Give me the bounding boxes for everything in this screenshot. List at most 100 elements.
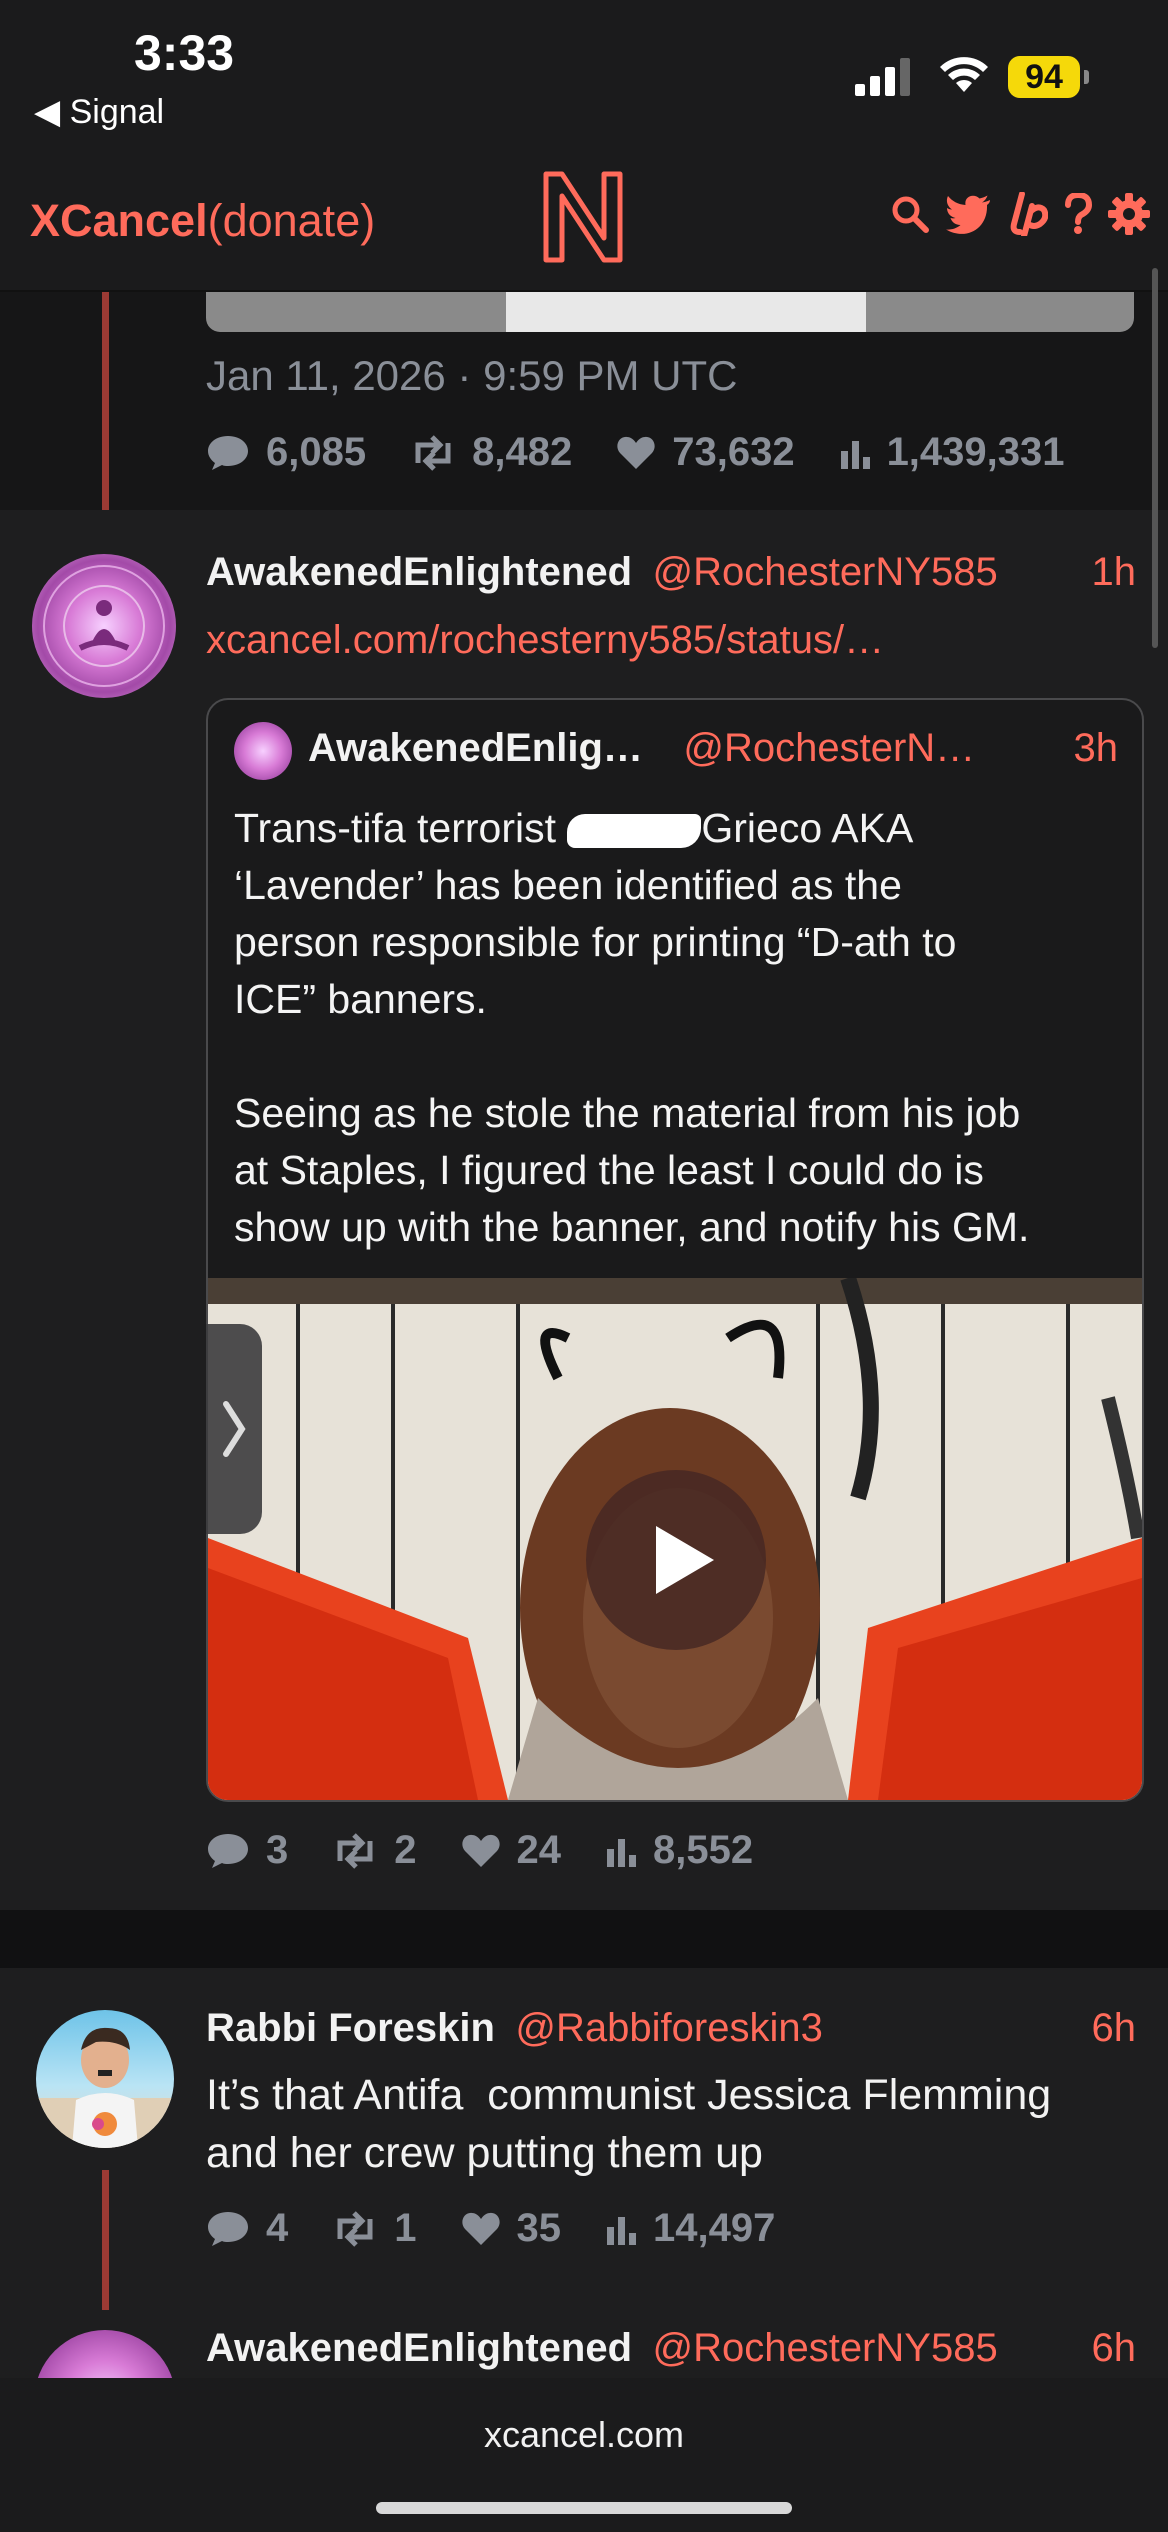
donate-link[interactable]: (donate) (208, 195, 376, 246)
retweet-count: 8,482 (472, 430, 573, 474)
reply-stat[interactable]: 3 (206, 1828, 288, 1873)
tweet-3-stats: 4 1 35 14,497 (206, 2206, 819, 2251)
retweet-stat[interactable]: 1 (332, 2206, 417, 2251)
reply-count: 6,085 (266, 430, 367, 474)
quote-text: Trans-tifa terrorist Grieco AKA ‘Lavende… (234, 800, 1124, 1256)
like-count: 73,632 (672, 430, 795, 474)
brand-home-link[interactable]: XCancel (30, 195, 208, 246)
tweet-1-stats: 6,085 8,482 73,632 1,439,331 (206, 430, 1109, 475)
retweet-stat[interactable]: 2 (332, 1828, 417, 1873)
quote-time[interactable]: 3h (1074, 726, 1119, 771)
username[interactable]: @Rabbiforeskin3 (515, 2006, 822, 2050)
profile-photo (36, 2027, 174, 2148)
views-count: 1,439,331 (886, 430, 1065, 474)
battery-level: 94 (1008, 56, 1080, 98)
like-stat[interactable]: 73,632 (616, 430, 795, 475)
heart-icon (461, 2212, 500, 2245)
tweet-2-stats: 3 2 24 8,552 (206, 1828, 797, 1873)
views-count: 8,552 (653, 1828, 754, 1872)
status-bar: 3:33 ◀ Signal 94 (0, 0, 1168, 150)
reply-stat[interactable]: 6,085 (206, 430, 366, 475)
heart-icon (461, 1834, 500, 1867)
help-question-icon[interactable] (1064, 193, 1092, 235)
thread-separator (0, 1910, 1168, 1968)
like-count: 24 (516, 1828, 562, 1872)
redaction-scribble (567, 814, 702, 849)
quoted-tweet[interactable]: AwakenedEnlig… @RochesterN… 3h Trans-tif… (206, 698, 1144, 1802)
tweet-2-header: AwakenedEnlightened @RochesterNY585 1h (206, 550, 1136, 595)
retweet-stat[interactable]: 8,482 (410, 430, 572, 475)
tweet-link[interactable]: xcancel.com/rochesterny585/status/… (206, 618, 884, 663)
app-header: XCancel(donate) (0, 150, 1168, 292)
cellular-signal-icon (855, 58, 910, 96)
tweet-time[interactable]: 6h (1092, 2326, 1137, 2371)
thread-line (102, 2170, 109, 2310)
tweet-3-text: It’s that Antifa communist Jessica Flemm… (206, 2071, 1052, 2177)
comment-icon (208, 2211, 248, 2246)
settings-gear-icon[interactable] (1108, 193, 1150, 235)
tweet-time[interactable]: 6h (1092, 2006, 1137, 2051)
views-count: 14,497 (653, 2206, 776, 2250)
home-indicator[interactable] (376, 2502, 792, 2514)
reply-count: 4 (266, 2206, 289, 2250)
comment-icon (208, 1833, 248, 1868)
carousel-next-button[interactable] (206, 1324, 262, 1534)
display-name[interactable]: AwakenedEnlightened (206, 2326, 632, 2370)
username[interactable]: @RochesterNY585 (652, 2326, 997, 2370)
thread-line (102, 292, 109, 532)
reply-stat[interactable]: 4 (206, 2206, 288, 2251)
username[interactable]: @RochesterNY585 (652, 550, 997, 594)
nitter-logo-icon[interactable] (540, 168, 626, 264)
battery-tip (1084, 70, 1089, 84)
quote-display-name[interactable]: AwakenedEnlig… (308, 726, 643, 770)
tweet-3-header: Rabbi Foreskin @Rabbiforeskin3 6h (206, 2006, 1136, 2051)
retweet-icon (415, 434, 451, 471)
quote-text-start: Trans-tifa terrorist (234, 805, 568, 851)
search-icon[interactable] (890, 194, 930, 234)
views-stat[interactable]: 14,497 (605, 2206, 775, 2251)
comment-icon (208, 435, 248, 470)
back-to-signal-link[interactable]: ◀ Signal (34, 92, 164, 132)
quote-header: AwakenedEnlig… @RochesterN… 3h (308, 726, 1118, 771)
reply-count: 3 (266, 1828, 289, 1872)
views-stat[interactable]: 8,552 (605, 1828, 753, 1873)
quote-avatar (234, 722, 292, 780)
views-chart-icon (607, 2216, 636, 2245)
avatar[interactable] (32, 554, 176, 698)
liberapay-icon[interactable] (1008, 192, 1048, 236)
wifi-icon (940, 57, 988, 92)
twitter-bird-icon[interactable] (946, 194, 992, 234)
address-bar[interactable]: xcancel.com (0, 2414, 1168, 2456)
header-icons (890, 192, 1150, 236)
retweet-icon (337, 2210, 373, 2247)
tweet-4-header: AwakenedEnlightened @RochesterNY585 6h (206, 2326, 1136, 2371)
views-chart-icon (607, 1838, 636, 1867)
retweet-count: 2 (394, 1828, 417, 1872)
status-time: 3:33 (134, 25, 235, 81)
like-count: 35 (516, 2206, 562, 2250)
like-stat[interactable]: 35 (461, 2206, 562, 2251)
display-name[interactable]: AwakenedEnlightened (206, 550, 632, 594)
tweet-1-date[interactable]: Jan 11, 2026 · 9:59 PM UTC (206, 352, 737, 400)
browser-bottom-bar: xcancel.com (0, 2378, 1168, 2532)
tweet-1-media[interactable] (206, 292, 1134, 332)
tweet-time[interactable]: 1h (1092, 550, 1137, 595)
quote-text-body: ‘Lavender’ has been identified as the pe… (234, 862, 1030, 1250)
display-name[interactable]: Rabbi Foreskin (206, 2006, 495, 2050)
brand: XCancel(donate) (30, 195, 375, 247)
views-chart-icon (840, 440, 870, 469)
views-stat[interactable]: 1,439,331 (839, 430, 1065, 475)
retweet-count: 1 (394, 2206, 417, 2250)
quote-username[interactable]: @RochesterN… (683, 726, 975, 770)
play-button[interactable] (586, 1470, 766, 1650)
play-icon (656, 1526, 714, 1594)
chevron-right-icon (223, 1401, 246, 1457)
retweet-icon (337, 1832, 373, 1869)
like-stat[interactable]: 24 (461, 1828, 562, 1873)
avatar[interactable] (36, 2010, 174, 2148)
quote-text-line1-end: Grieco AKA (701, 805, 914, 851)
heart-icon (617, 436, 655, 469)
scrollbar[interactable] (1152, 268, 1158, 648)
quote-video[interactable] (208, 1278, 1142, 1800)
meditation-figure-icon (43, 565, 165, 687)
